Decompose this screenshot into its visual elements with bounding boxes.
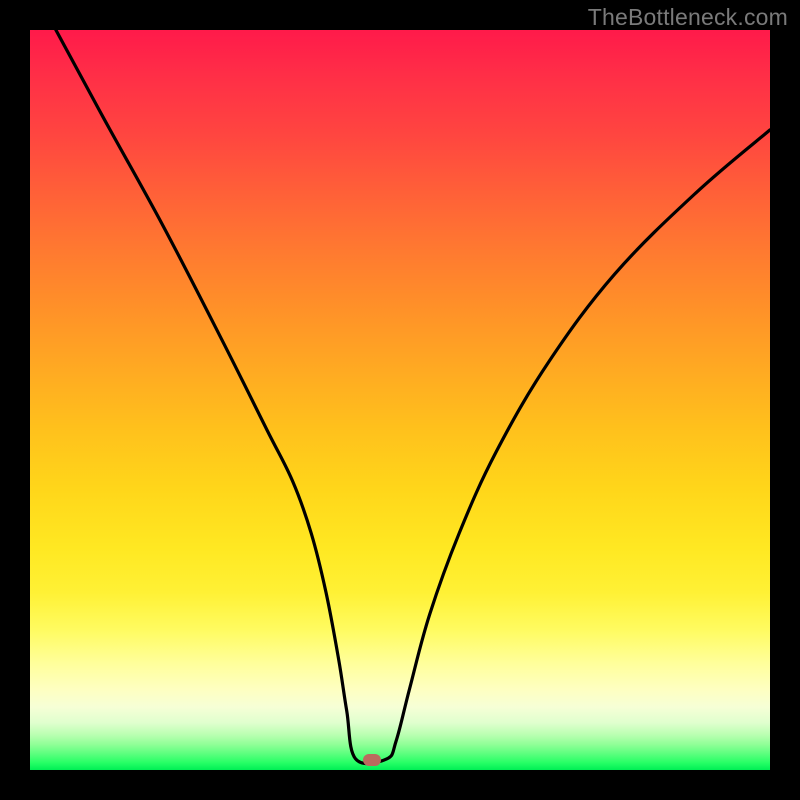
minimum-marker: [363, 754, 381, 766]
curve-layer: [30, 30, 770, 770]
watermark-text: TheBottleneck.com: [588, 4, 788, 31]
bottleneck-curve: [56, 30, 770, 764]
plot-area: [30, 30, 770, 770]
chart-frame: TheBottleneck.com: [0, 0, 800, 800]
